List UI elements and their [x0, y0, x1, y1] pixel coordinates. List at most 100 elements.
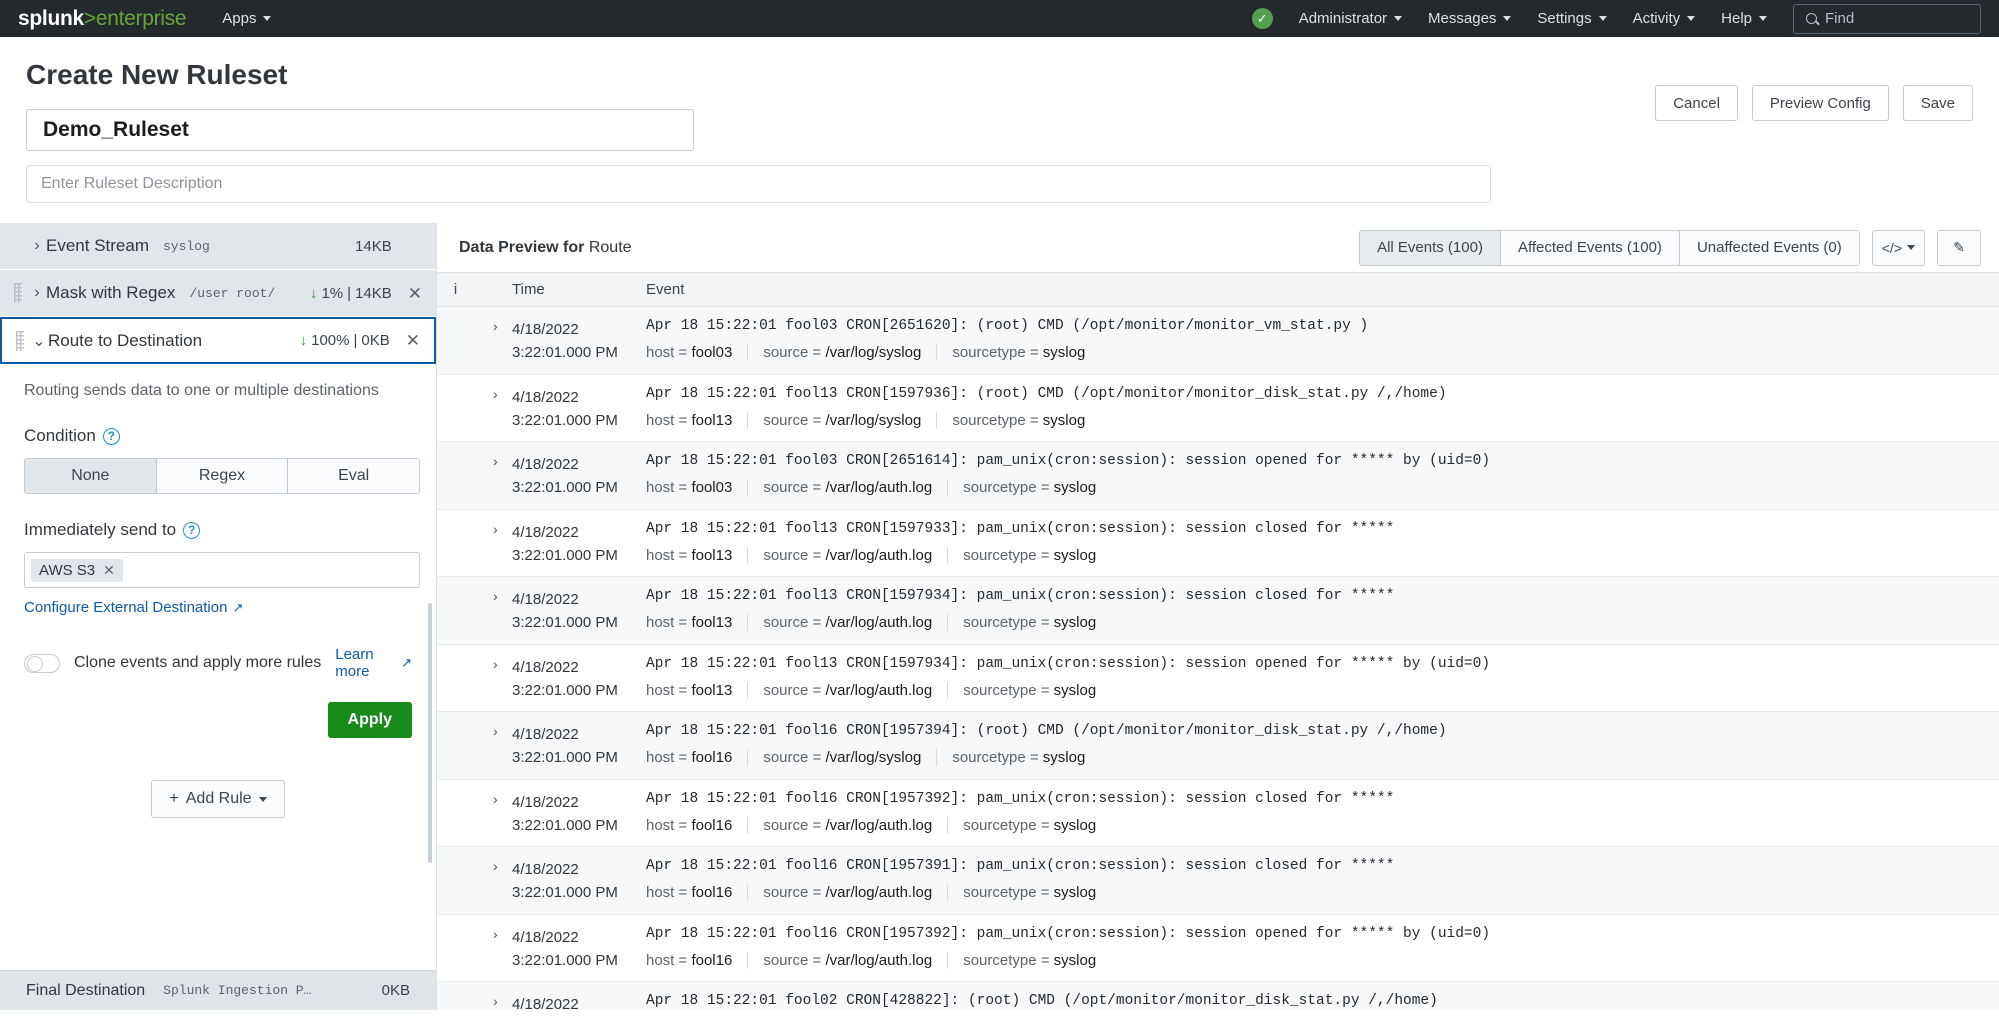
event-field-host[interactable]: host = fool16	[646, 749, 748, 766]
condition-segmented-control[interactable]: None Regex Eval	[24, 458, 420, 494]
event-field-sourcetype[interactable]: sourcetype = syslog	[963, 614, 1111, 631]
pipeline-row-mask-with-regex[interactable]: › Mask with Regex /user root/ ↓ 1% | 14K…	[0, 270, 436, 317]
event-field-source[interactable]: source = /var/log/syslog	[763, 412, 937, 429]
table-row[interactable]: ›4/18/20223:22:01.000 PMApr 18 15:22:01 …	[437, 982, 1999, 1010]
event-field-host[interactable]: host = fool13	[646, 547, 748, 564]
table-row[interactable]: ›4/18/20223:22:01.000 PMApr 18 15:22:01 …	[437, 577, 1999, 645]
apply-button-row: Apply	[24, 680, 412, 738]
cancel-button[interactable]: Cancel	[1655, 85, 1738, 121]
activity-menu[interactable]: Activity	[1633, 10, 1696, 27]
save-button[interactable]: Save	[1903, 85, 1973, 121]
event-field-source[interactable]: source = /var/log/auth.log	[763, 884, 948, 901]
event-field-sourcetype[interactable]: sourcetype = syslog	[963, 547, 1111, 564]
table-row[interactable]: ›4/18/20223:22:01.000 PMApr 18 15:22:01 …	[437, 510, 1999, 578]
messages-menu[interactable]: Messages	[1428, 10, 1511, 27]
pipeline-row-event-stream[interactable]: › Event Stream syslog 14KB ✕	[0, 223, 436, 270]
condition-option-regex[interactable]: Regex	[157, 459, 289, 493]
event-field-host[interactable]: host = fool16	[646, 884, 748, 901]
administrator-menu[interactable]: Administrator	[1299, 10, 1402, 27]
event-field-sourcetype[interactable]: sourcetype = syslog	[963, 682, 1111, 699]
expand-row-icon[interactable]: ›	[437, 521, 512, 568]
event-field-source[interactable]: source = /var/log/auth.log	[763, 479, 948, 496]
condition-option-eval[interactable]: Eval	[288, 459, 419, 493]
close-icon[interactable]: ✕	[103, 562, 115, 579]
check-circle-icon[interactable]: ✓	[1252, 8, 1273, 29]
event-field-source[interactable]: source = /var/log/syslog	[763, 749, 937, 766]
event-field-host[interactable]: host = fool16	[646, 952, 748, 969]
table-row[interactable]: ›4/18/20223:22:01.000 PMApr 18 15:22:01 …	[437, 442, 1999, 510]
condition-option-none[interactable]: None	[25, 459, 157, 493]
expand-row-icon[interactable]: ›	[437, 588, 512, 635]
ruleset-name-input[interactable]: Demo_Ruleset	[26, 109, 694, 151]
pipeline-scrollbar[interactable]	[428, 603, 432, 863]
table-row[interactable]: ›4/18/20223:22:01.000 PMApr 18 15:22:01 …	[437, 375, 1999, 443]
table-row[interactable]: ›4/18/20223:22:01.000 PMApr 18 15:22:01 …	[437, 915, 1999, 983]
code-view-button[interactable]: </>	[1872, 230, 1925, 266]
final-destination-bar[interactable]: Final Destination Splunk Ingestion P… 0K…	[0, 970, 436, 1010]
drag-handle-icon[interactable]	[16, 331, 24, 351]
add-rule-button[interactable]: + Add Rule	[151, 780, 284, 818]
expand-row-icon[interactable]: ›	[437, 993, 512, 1010]
event-field-sourcetype[interactable]: sourcetype = syslog	[952, 344, 1100, 361]
chevron-down-icon[interactable]: ⌄	[30, 331, 48, 351]
event-field-host[interactable]: host = fool16	[646, 817, 748, 834]
learn-more-link[interactable]: Learn more ↗	[335, 646, 412, 680]
tab-all-events[interactable]: All Events (100)	[1359, 230, 1500, 266]
apps-menu[interactable]: Apps	[222, 10, 271, 27]
event-timestamp: 4/18/20223:22:01.000 PM	[512, 723, 646, 770]
event-field-host[interactable]: host = fool03	[646, 479, 748, 496]
event-field-source[interactable]: source = /var/log/auth.log	[763, 547, 948, 564]
close-icon[interactable]: ✕	[406, 332, 420, 349]
event-field-source[interactable]: source = /var/log/auth.log	[763, 817, 948, 834]
event-fields: host = fool13 source = /var/log/auth.log s…	[646, 682, 1985, 699]
table-row[interactable]: ›4/18/20223:22:01.000 PMApr 18 15:22:01 …	[437, 645, 1999, 713]
clone-events-toggle[interactable]	[24, 654, 60, 673]
chevron-right-icon[interactable]: ›	[28, 284, 46, 302]
event-field-sourcetype[interactable]: sourcetype = syslog	[952, 412, 1100, 429]
event-field-sourcetype[interactable]: sourcetype = syslog	[963, 952, 1111, 969]
tab-unaffected-events[interactable]: Unaffected Events (0)	[1679, 230, 1860, 266]
table-row[interactable]: ›4/18/20223:22:01.000 PMApr 18 15:22:01 …	[437, 712, 1999, 780]
splunk-logo[interactable]: splunk>enterprise	[18, 7, 186, 31]
table-row[interactable]: ›4/18/20223:22:01.000 PMApr 18 15:22:01 …	[437, 847, 1999, 915]
help-menu[interactable]: Help	[1721, 10, 1767, 27]
expand-row-icon[interactable]: ›	[437, 926, 512, 973]
event-field-host[interactable]: host = fool13	[646, 614, 748, 631]
settings-menu[interactable]: Settings	[1537, 10, 1606, 27]
expand-row-icon[interactable]: ›	[437, 791, 512, 838]
pipeline-row-route-to-destination[interactable]: ⌄ Route to Destination ↓ 100% | 0KB ✕	[0, 317, 436, 364]
drag-handle-icon[interactable]	[14, 283, 22, 303]
event-field-source[interactable]: source = /var/log/syslog	[763, 344, 937, 361]
expand-row-icon[interactable]: ›	[437, 656, 512, 703]
help-icon[interactable]: ?	[183, 522, 200, 539]
apply-button[interactable]: Apply	[328, 702, 412, 738]
highlight-button[interactable]: ✎	[1937, 230, 1981, 266]
event-field-host[interactable]: host = fool13	[646, 682, 748, 699]
event-field-source[interactable]: source = /var/log/auth.log	[763, 682, 948, 699]
event-field-source[interactable]: source = /var/log/auth.log	[763, 614, 948, 631]
event-field-sourcetype[interactable]: sourcetype = syslog	[963, 479, 1111, 496]
destination-chip[interactable]: AWS S3 ✕	[31, 559, 123, 582]
expand-row-icon[interactable]: ›	[437, 386, 512, 433]
event-field-host[interactable]: host = fool13	[646, 412, 748, 429]
event-field-sourcetype[interactable]: sourcetype = syslog	[963, 817, 1111, 834]
event-field-sourcetype[interactable]: sourcetype = syslog	[952, 749, 1100, 766]
configure-external-destination-link[interactable]: Configure External Destination ↗	[24, 599, 243, 616]
close-icon[interactable]: ✕	[408, 285, 422, 302]
event-field-host[interactable]: host = fool03	[646, 344, 748, 361]
expand-row-icon[interactable]: ›	[437, 723, 512, 770]
event-field-source[interactable]: source = /var/log/auth.log	[763, 952, 948, 969]
ruleset-description-input[interactable]: Enter Ruleset Description	[26, 165, 1491, 203]
expand-row-icon[interactable]: ›	[437, 453, 512, 500]
table-row[interactable]: ›4/18/20223:22:01.000 PMApr 18 15:22:01 …	[437, 307, 1999, 375]
event-field-sourcetype[interactable]: sourcetype = syslog	[963, 884, 1111, 901]
preview-config-button[interactable]: Preview Config	[1752, 85, 1889, 121]
expand-row-icon[interactable]: ›	[437, 858, 512, 905]
tab-affected-events[interactable]: Affected Events (100)	[1500, 230, 1679, 266]
destination-select[interactable]: AWS S3 ✕	[24, 552, 420, 588]
help-icon[interactable]: ?	[103, 428, 120, 445]
expand-row-icon[interactable]: ›	[437, 318, 512, 365]
chevron-right-icon[interactable]: ›	[28, 237, 46, 255]
table-row[interactable]: ›4/18/20223:22:01.000 PMApr 18 15:22:01 …	[437, 780, 1999, 848]
find-input[interactable]: Find	[1793, 4, 1981, 34]
